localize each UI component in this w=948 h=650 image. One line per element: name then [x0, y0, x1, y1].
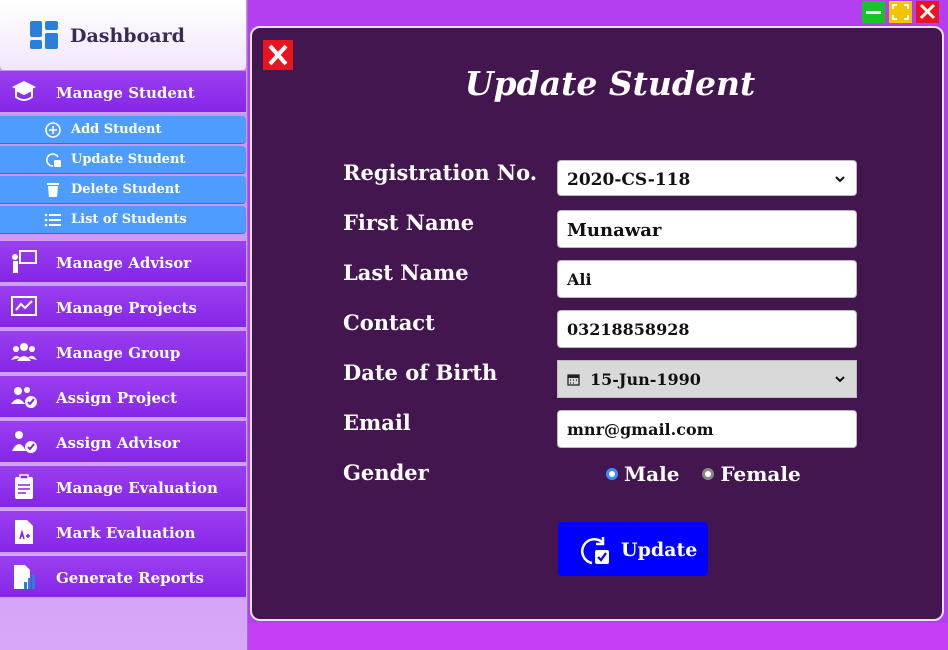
first-name-label: First Name	[343, 210, 475, 235]
maximize-icon	[892, 4, 909, 20]
calendar-icon	[567, 374, 580, 386]
menu-label: Manage Projects	[56, 299, 197, 317]
maximize-button[interactable]	[889, 1, 912, 23]
gender-male-label: Male	[624, 462, 680, 486]
report-icon	[14, 565, 35, 589]
menu-generate-reports[interactable]: Generate Reports	[0, 556, 246, 599]
contact-value: 03218858928	[567, 320, 690, 339]
plus-circle-icon	[45, 122, 61, 138]
last-name-value: Ali	[567, 270, 592, 289]
gender-male-radio[interactable]: Male	[606, 462, 686, 486]
contact-input[interactable]: 03218858928	[557, 310, 857, 348]
chart-presentation-icon	[11, 296, 37, 316]
contact-label: Contact	[343, 310, 435, 335]
page-title: Update Student	[464, 64, 756, 103]
menu-assign-project[interactable]: Assign Project	[0, 376, 246, 419]
gender-female-radio[interactable]: Female	[702, 462, 801, 486]
close-icon	[919, 3, 936, 20]
registration-label: Registration No.	[343, 160, 538, 185]
menu-manage-student[interactable]: Manage Student	[0, 71, 246, 114]
submenu-label: Delete Student	[71, 182, 181, 197]
dob-picker[interactable]: 15-Jun-1990	[557, 360, 857, 398]
last-name-input[interactable]: Ali	[557, 260, 857, 298]
clipboard-icon	[15, 474, 33, 499]
update-button[interactable]: Update	[558, 522, 708, 576]
trash-icon	[47, 183, 59, 197]
refresh-check-icon	[46, 153, 61, 167]
minimize-button[interactable]	[862, 1, 885, 23]
menu-label: Mark Evaluation	[56, 524, 196, 542]
window-close-button[interactable]	[916, 1, 939, 23]
graduation-cap-icon	[12, 81, 36, 101]
teacher-board-icon	[12, 250, 37, 273]
first-name-value: Munawar	[567, 220, 662, 241]
submenu-add-student[interactable]: Add Student	[0, 116, 246, 144]
menu-manage-group[interactable]: Manage Group	[0, 331, 246, 374]
menu-label: Generate Reports	[56, 569, 204, 587]
bottom-bar	[248, 623, 948, 650]
submenu-label: Update Student	[71, 152, 186, 167]
menu-manage-advisor[interactable]: Manage Advisor	[0, 241, 246, 284]
radio-selected-icon	[606, 468, 618, 480]
minimize-icon	[866, 11, 881, 14]
email-value: mnr@gmail.com	[567, 420, 714, 439]
first-name-input[interactable]: Munawar	[557, 210, 857, 248]
refresh-check-icon	[581, 537, 609, 565]
dashboard-header[interactable]: Dashboard	[0, 0, 246, 70]
menu-assign-advisor[interactable]: Assign Advisor	[0, 421, 246, 464]
menu-manage-evaluation[interactable]: Manage Evaluation	[0, 466, 246, 509]
submenu-list-students[interactable]: List of Students	[0, 206, 246, 234]
gender-female-label: Female	[720, 462, 801, 486]
user-check-icon	[12, 431, 37, 453]
dob-label: Date of Birth	[343, 360, 498, 385]
registration-value: 2020-CS-118	[567, 170, 691, 190]
gender-label: Gender	[343, 460, 429, 485]
menu-label: Manage Group	[56, 344, 181, 362]
radio-unselected-icon	[702, 468, 715, 480]
list-icon	[44, 213, 61, 227]
form-close-button[interactable]	[263, 40, 293, 70]
submenu-label: List of Students	[71, 212, 187, 227]
menu-label: Manage Advisor	[56, 254, 192, 272]
gender-radio-group: Male Female	[606, 462, 801, 486]
menu-mark-evaluation[interactable]: Mark Evaluation	[0, 511, 246, 554]
users-check-icon	[11, 387, 37, 408]
grade-document-icon	[15, 520, 33, 544]
chevron-down-icon	[835, 376, 845, 383]
last-name-label: Last Name	[343, 260, 469, 285]
update-button-label: Update	[621, 539, 698, 561]
close-icon	[268, 44, 288, 66]
menu-label: Manage Evaluation	[56, 479, 218, 497]
email-label: Email	[343, 410, 411, 435]
chevron-down-icon	[835, 176, 845, 183]
email-input[interactable]: mnr@gmail.com	[557, 410, 857, 448]
submenu-label: Add Student	[71, 122, 162, 137]
dashboard-label: Dashboard	[70, 25, 185, 47]
sidebar: Dashboard Manage Student Add Student Upd…	[0, 0, 248, 650]
submenu-update-student[interactable]: Update Student	[0, 146, 246, 174]
menu-label: Manage Student	[56, 84, 195, 102]
dashboard-icon	[30, 21, 58, 49]
dob-value: 15-Jun-1990	[590, 370, 701, 389]
menu-label: Assign Project	[56, 389, 178, 407]
menu-label: Assign Advisor	[56, 434, 180, 452]
registration-select[interactable]: 2020-CS-118	[557, 160, 857, 196]
submenu-delete-student[interactable]: Delete Student	[0, 176, 246, 204]
group-icon	[11, 343, 37, 361]
menu-manage-projects[interactable]: Manage Projects	[0, 286, 246, 329]
